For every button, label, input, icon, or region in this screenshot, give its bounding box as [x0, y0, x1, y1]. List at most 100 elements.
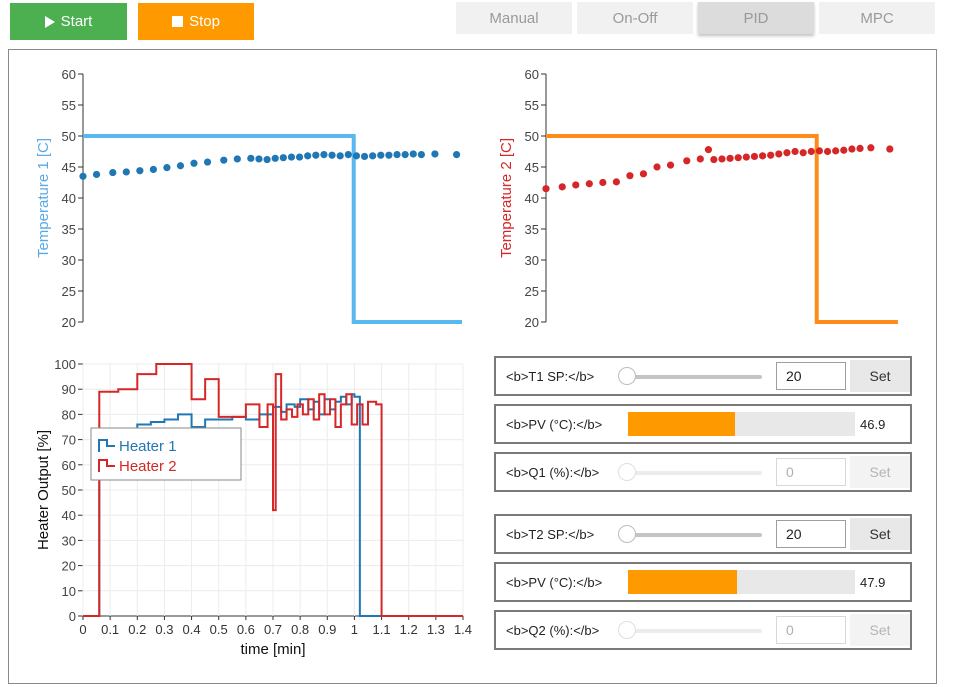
data-point — [409, 150, 417, 158]
data-point — [848, 145, 856, 153]
y-tick-label: 25 — [525, 284, 539, 299]
data-point — [791, 147, 799, 156]
data-point — [79, 172, 87, 180]
data-point — [287, 153, 296, 161]
y-tick-label: 20 — [62, 559, 76, 574]
data-point — [840, 146, 848, 154]
data-point — [742, 153, 750, 161]
q2-label: <b>Q2 (%):</b> — [506, 623, 600, 638]
data-point — [886, 145, 894, 153]
q1-label: <b>Q1 (%):</b> — [506, 465, 600, 480]
q2-input[interactable] — [776, 616, 846, 644]
y-tick-label: 30 — [525, 253, 539, 268]
data-point — [336, 152, 344, 160]
stop-button[interactable]: Stop — [138, 3, 254, 40]
y-tick-label: 60 — [62, 458, 76, 473]
y-tick-label: 60 — [525, 67, 539, 82]
t1-pv-bar-fill — [628, 412, 735, 436]
t1-setpoint-label: <b>T1 SP:</b> — [506, 369, 595, 384]
y-tick-label: 40 — [525, 191, 539, 206]
q2-set-button[interactable]: Set — [850, 614, 910, 646]
t1-setpoint-set-button[interactable]: Set — [850, 360, 910, 392]
temperature-1-chart: 20 25 30 35 40 45 50 55 60 Temperature 1 [C] — [35, 67, 462, 330]
data-point — [417, 151, 425, 159]
data-point — [271, 154, 279, 162]
t1-setpoint-slider-thumb[interactable] — [618, 367, 636, 385]
data-point — [344, 151, 352, 159]
y-axis-label: Heater Output [%] — [35, 430, 52, 550]
data-point — [247, 154, 255, 162]
q1-slider-track[interactable] — [628, 471, 762, 475]
t1-setpoint-input[interactable] — [776, 362, 846, 390]
data-point — [92, 170, 101, 179]
tab-manual[interactable]: Manual — [456, 2, 572, 34]
data-point — [572, 181, 580, 189]
chart-legend: Heater 1 Heater 2 — [90, 427, 242, 481]
tab-mpc[interactable]: MPC — [819, 2, 935, 34]
t2-setpoint-slider-thumb[interactable] — [618, 525, 636, 543]
setpoint-line — [83, 134, 462, 324]
t1-pv-value: 46.9 — [860, 417, 886, 432]
q2-slider-thumb[interactable] — [618, 621, 636, 639]
y-tick-label: 20 — [525, 315, 539, 330]
data-point — [263, 155, 271, 164]
q1-row: <b>Q1 (%):</b> Set — [494, 452, 912, 492]
data-point — [377, 151, 385, 159]
data-point — [255, 155, 263, 163]
tab-pid[interactable]: PID — [698, 2, 814, 34]
y-tick-label: 90 — [62, 382, 76, 397]
y-tick-label: 80 — [62, 407, 76, 422]
data-point — [599, 178, 607, 187]
x-tick-label: 0.9 — [318, 622, 336, 637]
data-point — [639, 170, 648, 178]
t2-setpoint-input[interactable] — [776, 520, 846, 548]
y-tick-label: 0 — [69, 609, 76, 624]
data-point — [295, 153, 304, 161]
data-point — [653, 163, 661, 171]
y-tick-label: 25 — [62, 284, 76, 299]
t2-setpoint-slider-track[interactable] — [628, 533, 762, 537]
y-tick-label: 50 — [62, 483, 76, 498]
data-point — [304, 152, 312, 160]
data-point — [542, 185, 550, 193]
data-point — [320, 151, 328, 159]
q2-slider-track[interactable] — [628, 629, 762, 633]
t2-pv-row: <b>PV (°C):</b> 47.9 — [494, 562, 912, 602]
setpoint-line — [546, 134, 898, 324]
q1-input[interactable] — [776, 458, 846, 486]
t2-setpoint-row: <b>T2 SP:</b> Set — [494, 514, 912, 554]
x-tick-label: 0.2 — [128, 622, 146, 637]
data-point — [696, 155, 704, 163]
t2-setpoint-set-button[interactable]: Set — [850, 518, 910, 550]
data-point — [176, 162, 185, 170]
y-tick-label: 35 — [62, 222, 76, 237]
t2-pv-bar — [628, 570, 855, 594]
y-tick-label: 60 — [62, 67, 76, 82]
data-point — [750, 152, 759, 161]
data-point — [832, 147, 840, 155]
data-point — [360, 152, 369, 161]
data-point — [704, 146, 713, 154]
legend-entry: Heater 1 — [119, 438, 177, 455]
start-button-label: Start — [60, 13, 93, 30]
data-point — [149, 165, 157, 174]
y-tick-label: 40 — [62, 191, 76, 206]
start-button[interactable]: Start — [10, 3, 127, 40]
data-point — [726, 154, 734, 162]
data-point — [203, 158, 212, 166]
y-tick-label: 30 — [62, 533, 76, 548]
data-point — [233, 155, 241, 163]
data-point — [431, 150, 439, 158]
t1-setpoint-slider-track[interactable] — [628, 375, 762, 379]
tab-on-off[interactable]: On-Off — [577, 2, 693, 34]
data-point — [758, 152, 767, 160]
data-point — [612, 178, 620, 186]
stop-button-label: Stop — [189, 13, 220, 30]
data-point — [312, 151, 320, 159]
q1-set-button[interactable]: Set — [850, 456, 910, 488]
x-tick-label: 0.5 — [210, 622, 228, 637]
q1-slider-thumb[interactable] — [618, 463, 636, 481]
data-point — [666, 161, 675, 169]
x-tick-label: 1.2 — [400, 622, 418, 637]
play-icon — [44, 15, 55, 28]
